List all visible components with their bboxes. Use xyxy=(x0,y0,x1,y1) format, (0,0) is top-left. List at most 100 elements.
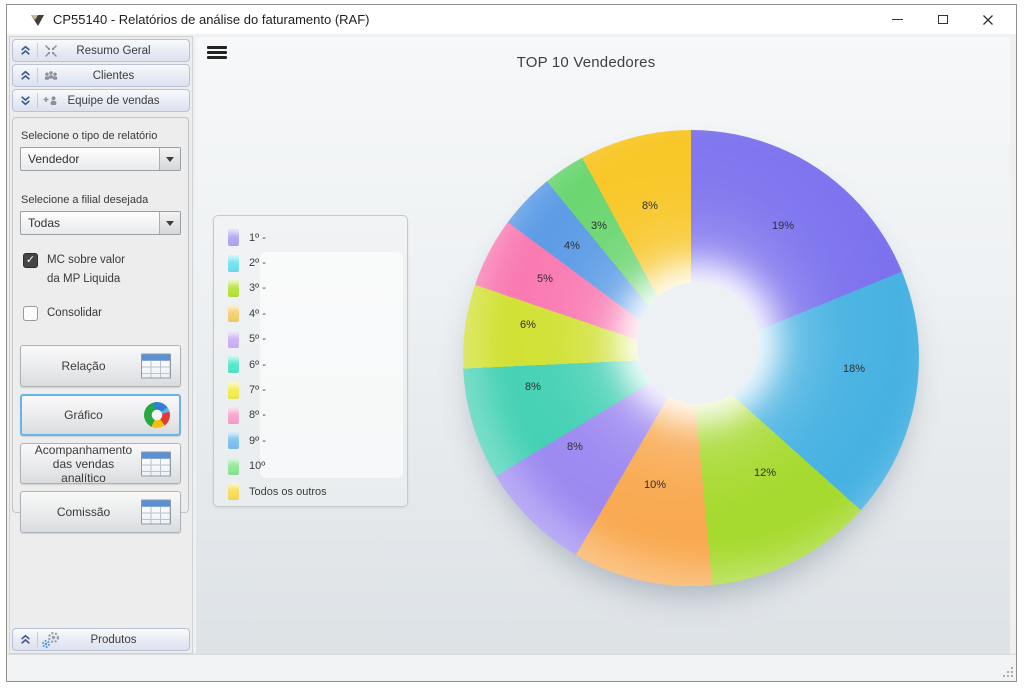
table-icon xyxy=(141,451,171,476)
legend-items: 1º - 2º - 3º - 4º - 5º - 6º - 7º - 8º - 9º - 10º T… xyxy=(214,216,407,506)
app-window: CP55140 - Relatórios de análise do fatur… xyxy=(6,4,1017,682)
legend-swatch-icon xyxy=(228,432,239,449)
grafico-button[interactable]: Gráfico xyxy=(20,394,181,436)
slice-percent-label: 8% xyxy=(567,441,583,453)
sidebar-section-clientes[interactable]: Clientes xyxy=(12,64,190,87)
legend-item: 9º - xyxy=(228,428,407,453)
desktop-background: CP55140 - Relatórios de análise do fatur… xyxy=(0,0,1024,700)
legend-swatch-icon xyxy=(228,305,239,322)
close-button[interactable] xyxy=(965,5,1010,34)
legend-label: 8º - xyxy=(249,409,266,421)
slice-percent-label: 10% xyxy=(644,479,666,491)
slice-percent-label: 6% xyxy=(520,319,536,331)
legend-item: 1º - xyxy=(228,225,407,250)
legend-label: 5º - xyxy=(249,333,266,345)
gears-icon xyxy=(38,631,64,649)
dropdown-arrow-icon[interactable] xyxy=(159,148,180,170)
window-controls xyxy=(875,5,1010,34)
branch-select[interactable]: Todas xyxy=(20,211,181,235)
report-type-select[interactable]: Vendedor xyxy=(20,147,181,171)
chart-legend: 1º - 2º - 3º - 4º - 5º - 6º - 7º - 8º - 9º - 10º T… xyxy=(213,215,408,507)
chart-title: TOP 10 Vendedores xyxy=(196,54,976,71)
consolidar-checkbox-row[interactable]: Consolidar xyxy=(23,304,181,323)
branch-value: Todas xyxy=(21,216,159,230)
slice-percent-label: 12% xyxy=(754,467,776,479)
window-title: CP55140 - Relatórios de análise do fatur… xyxy=(53,12,370,27)
sidebar: Resumo Geral Clientes xyxy=(9,36,193,654)
legend-swatch-icon xyxy=(228,407,239,424)
legend-swatch-icon xyxy=(228,458,239,475)
legend-item: 2º - xyxy=(228,250,407,275)
maximize-icon xyxy=(938,15,948,24)
resize-grip-icon[interactable] xyxy=(1001,665,1013,677)
donut-chart: 19%18%12%10%8%8%6%5%4%3%8% xyxy=(463,130,919,586)
sidebar-section-label: Equipe de vendas xyxy=(64,95,189,107)
legend-swatch-icon xyxy=(228,382,239,399)
legend-swatch-icon xyxy=(228,483,239,500)
mc-checkbox-label: MC sobre valor da MP Liquida xyxy=(47,251,125,289)
mc-checkbox-row[interactable]: MC sobre valor da MP Liquida xyxy=(23,251,181,289)
minimize-icon xyxy=(892,19,903,21)
slice-percent-label: 5% xyxy=(537,273,553,285)
legend-item: 8º - xyxy=(228,403,407,428)
legend-item: 3º - xyxy=(228,276,407,301)
legend-label: 2º - xyxy=(249,257,266,269)
collapse-arrows-icon xyxy=(38,44,64,58)
chevron-double-up-icon xyxy=(13,632,38,647)
add-person-icon xyxy=(38,95,64,107)
sidebar-section-equipe-de-vendas[interactable]: Equipe de vendas xyxy=(12,89,190,112)
slice-percent-label: 8% xyxy=(525,381,541,393)
legend-label: 1º - xyxy=(249,232,266,244)
legend-item: Todos os outros xyxy=(228,479,407,504)
report-options-panel: Selecione o tipo de relatório Vendedor S… xyxy=(12,117,189,513)
legend-swatch-icon xyxy=(228,255,239,272)
legend-label: 3º - xyxy=(249,282,266,294)
legend-swatch-icon xyxy=(228,229,239,246)
donut-chart-icon xyxy=(144,402,170,428)
title-bar: CP55140 - Relatórios de análise do fatur… xyxy=(7,5,1016,34)
slice-percent-label: 18% xyxy=(843,363,865,375)
legend-item: 7º - xyxy=(228,377,407,402)
app-icon xyxy=(29,12,46,28)
legend-item: 4º - xyxy=(228,301,407,326)
sidebar-section-label: Clientes xyxy=(64,70,189,82)
legend-item: 5º - xyxy=(228,327,407,352)
donut-hole xyxy=(637,282,759,404)
chart-panel: TOP 10 Vendedores 1º - 2º - 3º - 4º - 5º - 6º… xyxy=(196,37,1010,654)
close-icon xyxy=(982,14,994,26)
relacao-button[interactable]: Relação xyxy=(20,345,181,387)
dropdown-arrow-icon[interactable] xyxy=(159,212,180,234)
report-type-label: Selecione o tipo de relatório xyxy=(21,130,181,142)
slice-percent-label: 19% xyxy=(772,220,794,232)
chevron-double-down-icon xyxy=(13,93,38,108)
slice-percent-label: 8% xyxy=(642,200,658,212)
consolidar-checkbox[interactable] xyxy=(23,306,38,321)
mc-checkbox[interactable] xyxy=(23,253,38,268)
legend-swatch-icon xyxy=(228,331,239,348)
minimize-button[interactable] xyxy=(875,5,920,34)
report-type-value: Vendedor xyxy=(21,152,159,166)
legend-item: 10º xyxy=(228,454,407,479)
legend-label: 4º - xyxy=(249,308,266,320)
branch-label: Selecione a filial desejada xyxy=(21,194,181,206)
sidebar-section-label: Resumo Geral xyxy=(64,45,189,57)
legend-swatch-icon xyxy=(228,280,239,297)
sidebar-section-resumo-geral[interactable]: Resumo Geral xyxy=(12,39,190,62)
legend-swatch-icon xyxy=(228,356,239,373)
sidebar-section-produtos[interactable]: Produtos xyxy=(12,628,190,651)
comissao-button[interactable]: Comissão xyxy=(20,491,181,533)
legend-label: Todos os outros xyxy=(249,486,327,498)
people-icon xyxy=(38,70,64,82)
legend-item: 6º - xyxy=(228,352,407,377)
table-icon xyxy=(141,354,171,379)
slice-percent-label: 3% xyxy=(591,220,607,232)
chevron-double-up-icon xyxy=(13,68,38,83)
legend-label: 7º - xyxy=(249,384,266,396)
maximize-button[interactable] xyxy=(920,5,965,34)
legend-label: 10º xyxy=(249,460,265,472)
acompanhamento-button[interactable]: Acompanhamento das vendas analítico xyxy=(20,443,181,484)
chevron-double-up-icon xyxy=(13,43,38,58)
status-bar xyxy=(7,654,1016,681)
consolidar-checkbox-label: Consolidar xyxy=(47,304,102,323)
legend-label: 6º - xyxy=(249,359,266,371)
